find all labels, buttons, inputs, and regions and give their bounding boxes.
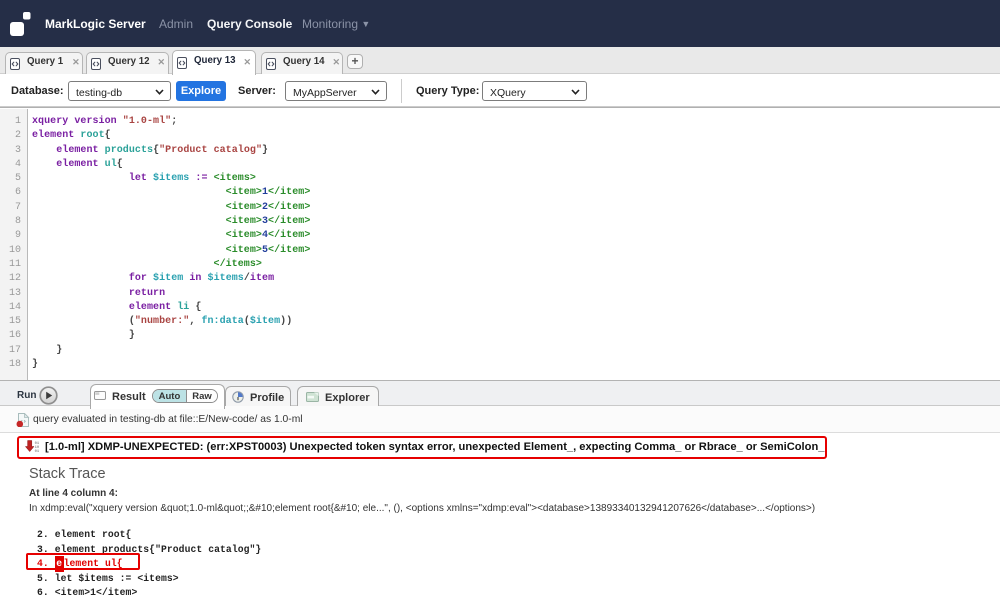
svg-text:01: 01 <box>35 450 39 454</box>
